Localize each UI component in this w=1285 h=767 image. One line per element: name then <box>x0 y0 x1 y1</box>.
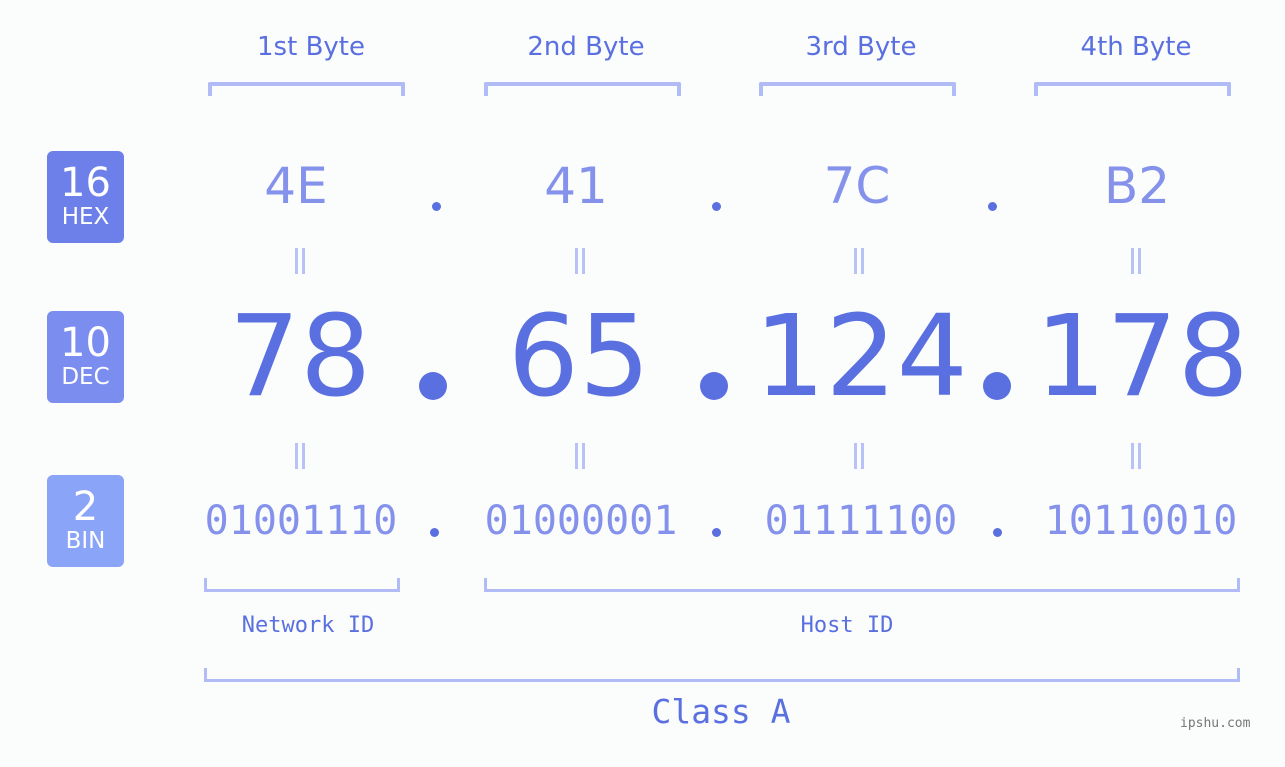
dec-separator-dot <box>419 372 447 400</box>
byte-label-1: 1st Byte <box>257 32 365 62</box>
bin-value-3: 01111100 <box>764 498 958 544</box>
dec-badge-base: 10 <box>60 320 111 366</box>
byte-label-2: 2nd Byte <box>527 32 645 62</box>
hex-value-2: 41 <box>544 157 608 215</box>
equals-icon <box>290 443 310 469</box>
hex-separator-dot <box>712 202 721 211</box>
hex-badge-base: 16 <box>60 160 111 206</box>
watermark: ipshu.com <box>1180 716 1251 731</box>
byte-label-3: 3rd Byte <box>805 32 917 62</box>
dec-value-2: 65 <box>507 292 651 422</box>
dec-badge-name: DEC <box>61 364 110 390</box>
byte-bracket-2 <box>484 82 681 96</box>
bin-value-4: 10110010 <box>1044 498 1238 544</box>
hex-badge: 16 HEX <box>47 151 124 243</box>
network-id-bracket <box>204 578 400 592</box>
dec-value-3: 124 <box>754 292 968 422</box>
dec-value-4: 178 <box>1035 292 1249 422</box>
equals-icon <box>849 443 869 469</box>
bin-separator-dot <box>712 528 721 537</box>
bin-badge-base: 2 <box>72 484 99 530</box>
hex-value-1: 4E <box>264 157 328 215</box>
bin-badge-name: BIN <box>65 528 106 554</box>
host-id-bracket <box>484 578 1240 592</box>
host-id-label: Host ID <box>800 613 894 638</box>
hex-value-3: 7C <box>823 157 891 215</box>
hex-value-4: B2 <box>1103 157 1171 215</box>
byte-bracket-3 <box>759 82 956 96</box>
equals-icon <box>570 443 590 469</box>
dec-value-1: 78 <box>228 292 372 422</box>
class-label: Class A <box>651 692 791 731</box>
equals-icon <box>290 248 310 274</box>
class-bracket <box>204 668 1240 682</box>
equals-icon <box>1126 443 1146 469</box>
dec-separator-dot <box>983 372 1011 400</box>
byte-label-4: 4th Byte <box>1080 32 1192 62</box>
equals-icon <box>570 248 590 274</box>
bin-separator-dot <box>993 528 1002 537</box>
hex-separator-dot <box>988 202 997 211</box>
bin-separator-dot <box>430 528 439 537</box>
hex-badge-name: HEX <box>61 204 110 230</box>
network-id-label: Network ID <box>241 613 375 638</box>
bin-value-2: 01000001 <box>484 498 678 544</box>
bin-value-1: 01001110 <box>204 498 398 544</box>
byte-bracket-1 <box>208 82 405 96</box>
hex-separator-dot <box>432 202 441 211</box>
equals-icon <box>1126 248 1146 274</box>
equals-icon <box>849 248 869 274</box>
dec-badge: 10 DEC <box>47 311 124 403</box>
byte-bracket-4 <box>1034 82 1231 96</box>
dec-separator-dot <box>700 372 728 400</box>
bin-badge: 2 BIN <box>47 475 124 567</box>
